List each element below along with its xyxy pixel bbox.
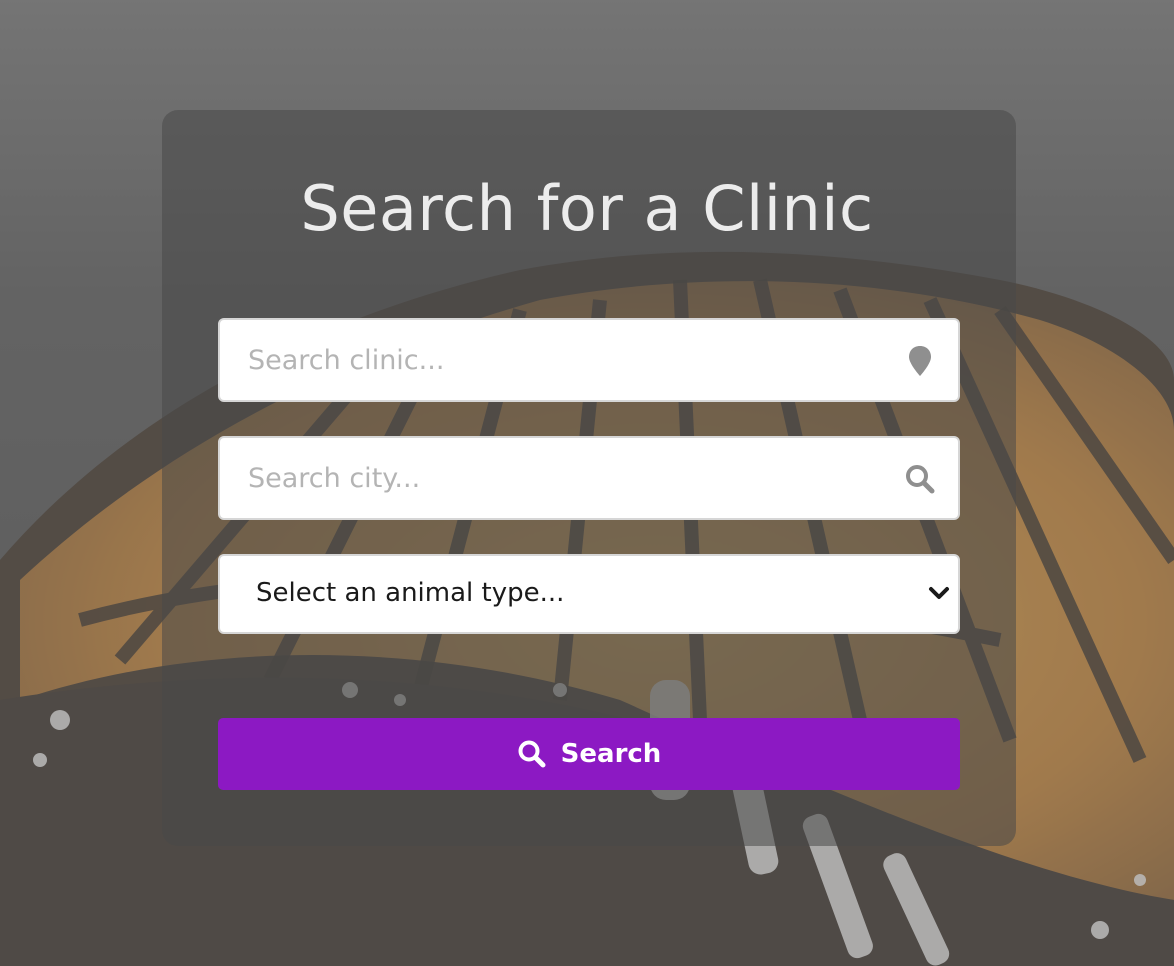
clinic-search-input[interactable] [220,320,958,400]
animal-type-selected-value: Select an animal type... [256,578,565,608]
map-marker-icon [909,346,931,376]
clinic-search-field[interactable] [218,318,960,402]
animal-type-select[interactable]: Select an animal type... [218,554,960,634]
search-icon [518,740,546,768]
search-icon [906,465,935,494]
search-button-label: Search [560,739,662,769]
chevron-down-icon [929,587,949,599]
search-button[interactable]: Search [218,718,960,790]
city-search-input[interactable] [220,438,958,518]
page-title: Search for a Clinic [300,172,874,245]
city-search-field[interactable] [218,436,960,520]
